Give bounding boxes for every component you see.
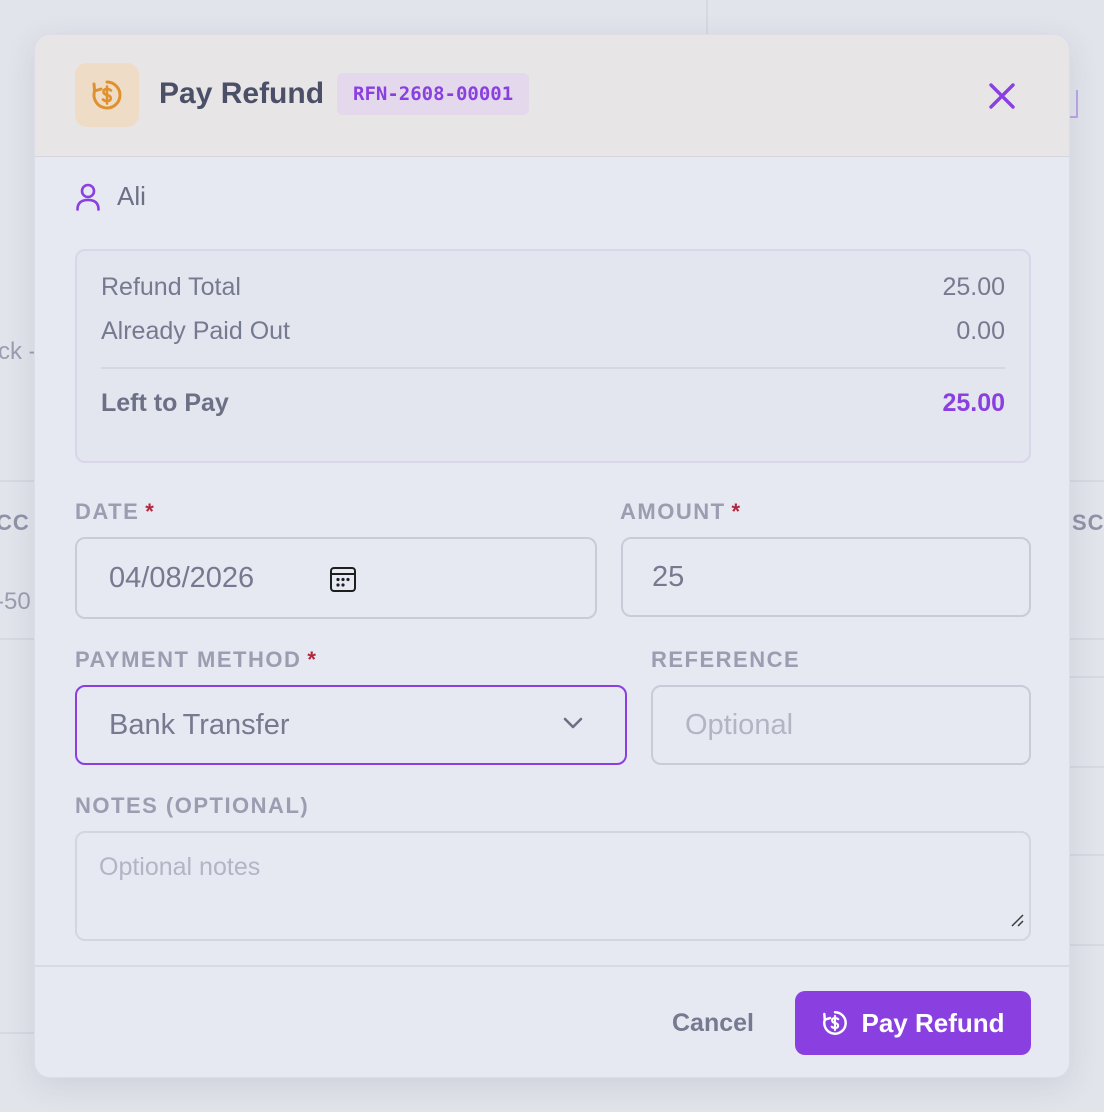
summary-row-paid-out: Already Paid Out 0.00 bbox=[101, 317, 1005, 346]
amount-input[interactable]: 25 bbox=[621, 537, 1031, 617]
footer-divider bbox=[35, 965, 1069, 967]
bg-fragment-text: SC bbox=[1072, 510, 1104, 535]
paid-out-value: 0.00 bbox=[956, 317, 1005, 345]
refund-coin-icon bbox=[75, 63, 139, 127]
bg-divider bbox=[0, 638, 34, 640]
reference-label: REFERENCE bbox=[651, 647, 801, 672]
resize-handle-icon[interactable] bbox=[1009, 906, 1025, 935]
bg-divider bbox=[1070, 854, 1104, 856]
close-button[interactable] bbox=[985, 79, 1019, 113]
summary-row-refund-total: Refund Total 25.00 bbox=[101, 273, 1005, 302]
refund-summary: Refund Total 25.00 Already Paid Out 0.00… bbox=[75, 249, 1031, 463]
amount-label: AMOUNT * bbox=[620, 499, 742, 525]
bg-fragment-text: -50 bbox=[0, 588, 31, 615]
bg-divider bbox=[0, 480, 34, 482]
customer-name: Ali bbox=[117, 181, 146, 211]
date-value: 04/08/2026 bbox=[109, 561, 255, 594]
bg-fragment-text: CC bbox=[0, 510, 30, 535]
user-icon bbox=[76, 183, 100, 211]
pay-refund-button-label: Pay Refund bbox=[861, 1007, 1005, 1038]
modal-title: Pay Refund bbox=[159, 77, 325, 110]
refund-reference-badge: RFN-2608-00001 bbox=[337, 73, 530, 115]
modal-header: Pay Refund RFN-2608-00001 bbox=[35, 35, 1069, 157]
reference-placeholder: Optional bbox=[685, 708, 794, 741]
refund-total-value: 25.00 bbox=[942, 273, 1005, 301]
bg-divider bbox=[1070, 480, 1104, 482]
notes-label: NOTES (OPTIONAL) bbox=[75, 793, 310, 818]
close-icon bbox=[989, 83, 1015, 109]
summary-row-left-to-pay: Left to Pay 25.00 bbox=[101, 389, 1005, 418]
cancel-button[interactable]: Cancel bbox=[651, 991, 775, 1055]
required-mark: * bbox=[145, 499, 156, 524]
amount-label-text: AMOUNT bbox=[620, 499, 726, 524]
required-mark: * bbox=[731, 499, 742, 524]
bg-fragment-text: ck - bbox=[0, 338, 37, 365]
date-label-text: DATE bbox=[75, 499, 140, 524]
refund-coin-icon bbox=[823, 1011, 848, 1035]
paid-out-label: Already Paid Out bbox=[101, 317, 290, 345]
required-mark: * bbox=[307, 647, 318, 672]
payment-method-label: PAYMENT METHOD * bbox=[75, 647, 317, 673]
bg-divider bbox=[1070, 676, 1104, 678]
customer-info: Ali bbox=[75, 181, 146, 212]
payment-method-value: Bank Transfer bbox=[109, 708, 290, 741]
bg-divider bbox=[706, 0, 708, 34]
left-to-pay-value: 25.00 bbox=[942, 389, 1005, 417]
pay-refund-modal: Pay Refund RFN-2608-00001 Ali Refund Tot… bbox=[34, 34, 1070, 1078]
payment-method-select[interactable]: Bank Transfer bbox=[75, 685, 627, 765]
notes-textarea[interactable]: Optional notes bbox=[75, 831, 1031, 941]
payment-method-label-text: PAYMENT METHOD bbox=[75, 647, 302, 672]
chevron-down-icon bbox=[561, 715, 585, 731]
pay-refund-button[interactable]: Pay Refund bbox=[795, 991, 1031, 1055]
date-label: DATE * bbox=[75, 499, 155, 525]
refund-total-label: Refund Total bbox=[101, 273, 241, 301]
date-input[interactable]: 04/08/2026 bbox=[75, 537, 597, 619]
calendar-icon[interactable] bbox=[329, 565, 357, 593]
bg-divider bbox=[1070, 766, 1104, 768]
reference-input[interactable]: Optional bbox=[651, 685, 1031, 765]
bg-divider bbox=[1070, 944, 1104, 946]
summary-divider bbox=[101, 367, 1005, 369]
bg-divider bbox=[0, 1032, 34, 1034]
notes-placeholder: Optional notes bbox=[99, 853, 261, 881]
amount-value: 25 bbox=[652, 560, 685, 593]
bg-divider bbox=[1070, 638, 1104, 640]
left-to-pay-label: Left to Pay bbox=[101, 389, 229, 417]
